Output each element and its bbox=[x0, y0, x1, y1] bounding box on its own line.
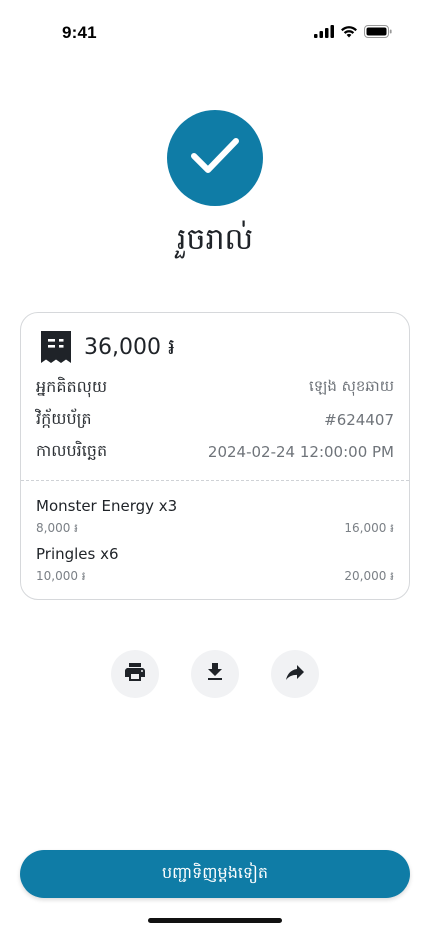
info-value: #624407 bbox=[324, 411, 394, 429]
success-title: រួចរាល់ bbox=[176, 222, 254, 257]
status-time: 9:41 bbox=[62, 23, 97, 42]
status-bar: 9:41 bbox=[0, 0, 430, 64]
info-value: ឡេង សុខឆាយ bbox=[309, 377, 394, 395]
battery-icon bbox=[364, 25, 392, 38]
download-icon bbox=[203, 660, 227, 688]
item-price-row: 8,000 ៛ 16,000 ៛ bbox=[36, 520, 394, 538]
dashed-divider bbox=[21, 480, 409, 481]
info-row-cashier: អ្នកគិតលុយ ឡេង សុខឆាយ bbox=[36, 376, 394, 400]
share-icon bbox=[283, 660, 307, 688]
print-button[interactable] bbox=[111, 650, 159, 698]
reorder-button[interactable]: បញ្ជាទិញម្តងទៀត bbox=[20, 850, 410, 898]
item-subtotal: 20,000 ៛ bbox=[344, 569, 394, 583]
wifi-icon bbox=[340, 25, 358, 38]
share-button[interactable] bbox=[271, 650, 319, 698]
receipt-header: 36,000 ៛ bbox=[41, 331, 175, 367]
download-button[interactable] bbox=[191, 650, 239, 698]
item-name: Monster Energy x3 bbox=[36, 497, 178, 515]
item-unit-price: 10,000 ៛ bbox=[36, 569, 86, 583]
info-row-invoice: វិក្ក័យប័ត្រ #624407 bbox=[36, 408, 394, 432]
home-indicator bbox=[148, 918, 282, 923]
item-name: Pringles x6 bbox=[36, 545, 119, 563]
info-value: 2024-02-24 12:00:00 PM bbox=[207, 443, 394, 461]
receipt-total: 36,000 ៛ bbox=[84, 335, 175, 360]
action-row bbox=[111, 650, 319, 698]
receipt-icon bbox=[41, 331, 71, 367]
info-row-date: កាលបរិច្ឆេត 2024-02-24 12:00:00 PM bbox=[36, 440, 394, 464]
item-subtotal: 16,000 ៛ bbox=[344, 521, 394, 535]
info-label: វិក្ក័យប័ត្រ bbox=[36, 409, 92, 428]
print-icon bbox=[123, 660, 147, 688]
receipt-card: 36,000 ៛ អ្នកគិតលុយ ឡេង សុខឆាយ វិក្ក័យប័… bbox=[20, 312, 410, 600]
item-price-row: 10,000 ៛ 20,000 ៛ bbox=[36, 568, 394, 586]
check-icon bbox=[190, 136, 240, 180]
info-label: អ្នកគិតលុយ bbox=[36, 377, 108, 396]
item-unit-price: 8,000 ៛ bbox=[36, 521, 78, 535]
status-icons bbox=[314, 25, 392, 38]
info-label: កាលបរិច្ឆេត bbox=[36, 441, 108, 460]
signal-icon bbox=[314, 25, 334, 38]
success-badge bbox=[167, 110, 263, 206]
